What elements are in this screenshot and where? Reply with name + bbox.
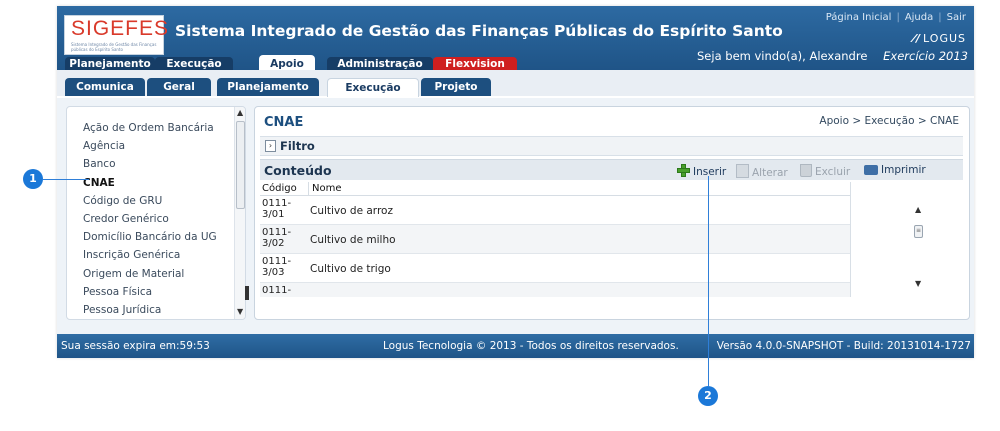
row-name: Cultivo de milho [310, 234, 396, 246]
tab-flexvision[interactable]: Flexvision [433, 57, 517, 70]
insert-label: Inserir [693, 166, 727, 178]
header-bar: SIGEFES Sistema Integrado de Gestão das … [57, 6, 974, 70]
session-timer: Sua sessão expira em:59:53 [61, 340, 210, 352]
filter-toggle[interactable]: › Filtro [260, 136, 963, 156]
subtab-execucao[interactable]: Execução [327, 78, 419, 97]
help-link[interactable]: Ajuda [905, 12, 933, 23]
content-toolbar: Conteúdo Inserir Alterar Excluir Imprimi… [260, 159, 963, 180]
sub-tab-bar: Comunica Geral Planejamento Execução Pro… [57, 70, 974, 98]
column-header-name[interactable]: Nome [308, 182, 342, 195]
row-code: 0111- 3/01 [262, 198, 292, 220]
content-panel: CNAE Apoio > Execução > CNAE › Filtro Co… [254, 106, 970, 320]
column-header-code[interactable]: Código [262, 182, 297, 195]
version-text: Versão 4.0.0-SNAPSHOT - Build: 20131014-… [716, 340, 971, 352]
insert-button[interactable]: Inserir [677, 164, 726, 178]
edit-label: Alterar [752, 167, 788, 179]
print-label: Imprimir [881, 164, 926, 176]
table-row[interactable]: 0111- 3/02 Cultivo de milho [260, 225, 850, 254]
scroll-down-icon[interactable]: ▼ [237, 307, 243, 316]
trash-icon [800, 164, 812, 177]
delete-label: Excluir [815, 166, 851, 178]
printer-icon [864, 165, 878, 175]
callout-badge-2: 2 [698, 386, 718, 406]
edit-button[interactable]: Alterar [736, 164, 788, 179]
exercise-year[interactable]: Exercício 2013 [883, 49, 968, 63]
row-name: Cultivo de arroz [310, 205, 393, 217]
row-name: Cultivo de trigo [310, 263, 391, 275]
sidebar-list: Ação de Ordem Bancária Agência Banco CNA… [83, 119, 217, 319]
row-code: 0111- 3/02 [262, 227, 292, 249]
section-title: Conteúdo [264, 163, 332, 178]
callout-leader-2 [708, 176, 709, 386]
subtab-comunica[interactable]: Comunica [65, 78, 145, 96]
link-separator: | [938, 12, 942, 23]
top-links: Página Inicial | Ajuda | Sair [826, 12, 966, 23]
sidebar-collapse-handle[interactable] [245, 286, 249, 300]
page-title: CNAE [264, 115, 304, 130]
logus-word: LOGUS [923, 32, 966, 45]
sidebar-item-codigo-gru[interactable]: Código de GRU [83, 192, 217, 210]
expand-icon: › [265, 140, 276, 152]
sidebar-item-origem-material[interactable]: Origem de Material [83, 265, 217, 283]
cnae-table: Código Nome 0111- 3/01 Cultivo de arroz … [260, 182, 851, 297]
sidebar-menu: Ação de Ordem Bancária Agência Banco CNA… [66, 106, 246, 320]
scroll-up-icon[interactable]: ▲ [915, 205, 921, 214]
sidebar-item-pessoa-juridica[interactable]: Pessoa Jurídica [83, 301, 217, 319]
plus-icon [677, 164, 690, 177]
logus-logo: ⁄/LOGUS [913, 32, 966, 45]
home-link[interactable]: Página Inicial [826, 12, 892, 23]
logo-word: SIGEFES [71, 17, 170, 40]
delete-button[interactable]: Excluir [800, 164, 850, 178]
sidebar-item-banco[interactable]: Banco [83, 155, 217, 173]
sidebar-item-domicilio-bancario[interactable]: Domicílio Bancário da UG [83, 228, 217, 246]
row-code: 0111- 3/03 [262, 256, 292, 278]
sidebar-scroll-thumb[interactable] [236, 121, 245, 209]
sigefes-logo[interactable]: SIGEFES Sistema Integrado de Gestão das … [64, 15, 168, 55]
table-row[interactable]: 0111- 3/03 Cultivo de trigo [260, 254, 850, 283]
logout-link[interactable]: Sair [947, 12, 966, 23]
filter-label: Filtro [280, 139, 315, 153]
sidebar-item-inscricao-generica[interactable]: Inscrição Genérica [83, 246, 217, 264]
table-header: Código Nome [260, 182, 850, 196]
table-row[interactable]: 0111- [260, 283, 850, 297]
app-title: Sistema Integrado de Gestão das Finanças… [175, 22, 783, 40]
callout-badge-1: 1 [23, 169, 43, 189]
subtab-projeto[interactable]: Projeto [421, 78, 491, 96]
sidebar-item-pessoa-fisica[interactable]: Pessoa Física [83, 283, 217, 301]
tab-execucao[interactable]: Execução [155, 57, 233, 70]
link-separator: | [896, 12, 900, 23]
edit-icon [736, 164, 749, 178]
scroll-up-icon[interactable]: ▲ [237, 108, 243, 117]
sidebar-item-cnae[interactable]: CNAE [83, 174, 217, 192]
tab-apoio[interactable]: Apoio [259, 55, 315, 70]
tab-administracao[interactable]: Administração [327, 57, 433, 70]
status-footer: Sua sessão expira em:59:53 Logus Tecnolo… [57, 334, 974, 358]
table-scroll-thumb[interactable]: ≡ [914, 225, 923, 238]
callout-leader-1 [43, 179, 89, 180]
logus-mark-icon: ⁄/ [913, 32, 922, 45]
table-row[interactable]: 0111- 3/01 Cultivo de arroz [260, 196, 850, 225]
table-scroll-area: ▲ ≡ ▼ [850, 195, 935, 297]
row-code: 0111- [262, 285, 292, 296]
print-button[interactable]: Imprimir [864, 164, 926, 176]
sidebar-item-acao-ordem-bancaria[interactable]: Ação de Ordem Bancária [83, 119, 217, 137]
tab-planejamento[interactable]: Planejamento [65, 57, 155, 70]
breadcrumb: Apoio > Execução > CNAE [819, 115, 959, 127]
app-window: SIGEFES Sistema Integrado de Gestão das … [57, 6, 974, 358]
sidebar-item-agencia[interactable]: Agência [83, 137, 217, 155]
logo-subtitle: Sistema Integrado de Gestão das Finanças… [71, 42, 157, 52]
sidebar-item-credor-generico[interactable]: Credor Genérico [83, 210, 217, 228]
copyright-text: Logus Tecnologia © 2013 - Todos os direi… [383, 340, 679, 352]
scroll-down-icon[interactable]: ▼ [915, 279, 921, 288]
subtab-planejamento[interactable]: Planejamento [217, 78, 319, 96]
subtab-geral[interactable]: Geral [147, 78, 211, 96]
table-scrollbar[interactable]: ▲ ≡ ▼ [913, 195, 925, 297]
welcome-text: Seja bem vindo(a), Alexandre [697, 49, 868, 63]
